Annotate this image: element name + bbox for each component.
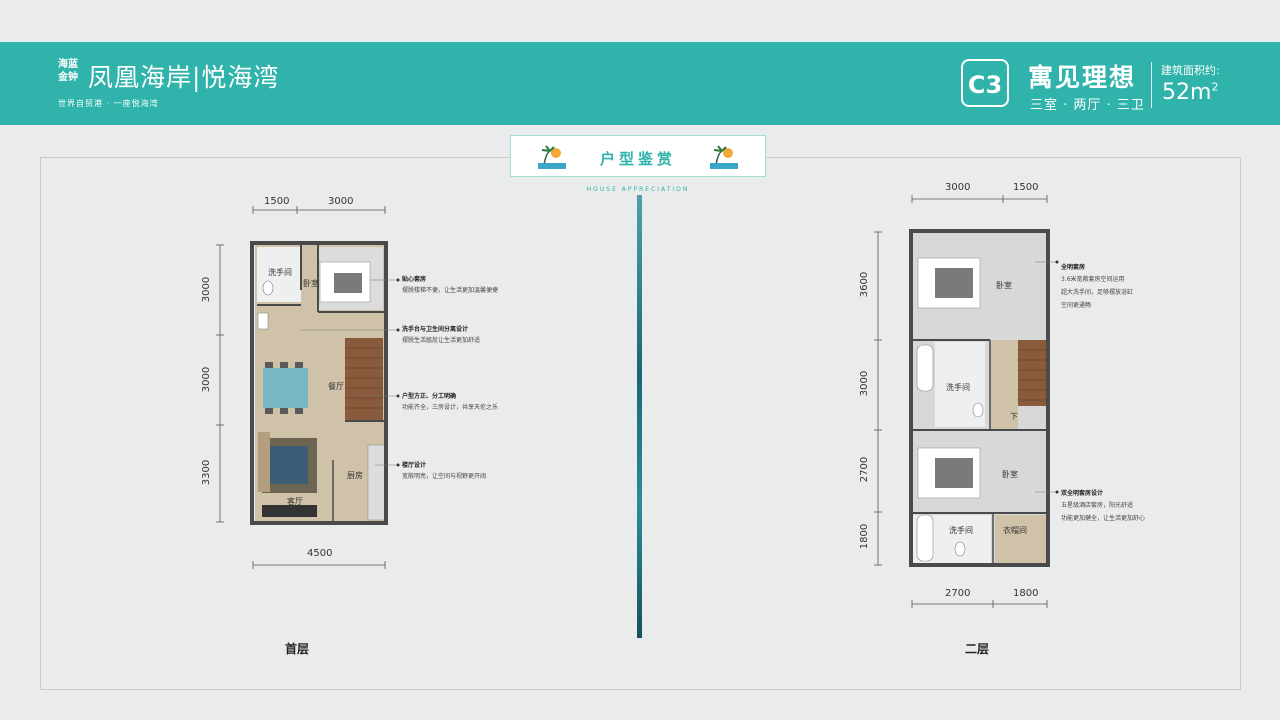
floor2-dim-left-3: 2700 <box>859 456 871 483</box>
floor2-bathtub2 <box>916 514 934 562</box>
floor2-bed2-blanket <box>935 458 973 488</box>
floor2-stairs <box>1018 340 1046 406</box>
floor2-room-cloak: 衣帽间 <box>1003 526 1027 535</box>
floor2-dim-left-1: 3600 <box>859 271 871 298</box>
floor2-note-1-title: 全明套房 <box>1061 264 1086 271</box>
floor2-dim-top-2: 1500 <box>1013 182 1039 193</box>
floor2-bed1-blanket <box>935 268 973 298</box>
floor2-toilet1 <box>972 402 984 418</box>
floor2-dim-bottom-1: 2700 <box>945 588 971 599</box>
floor2-dim-left-2: 3000 <box>859 370 871 397</box>
floor2-note-2-title: 双全明套房设计 <box>1061 490 1104 497</box>
floor2-room-bath1: 洗手间 <box>946 383 970 392</box>
floor2-room-bedroom1: 卧室 <box>996 281 1012 290</box>
floor2-room-bath2: 洗手间 <box>949 526 973 535</box>
floor2-note-1-line-3: 空间更通畅 <box>1061 302 1092 309</box>
floor2-note-2-line-2: 功能更加健全，让生活更加舒心 <box>1061 515 1146 522</box>
floor2-toilet2 <box>954 541 966 557</box>
floor2-plan <box>874 195 1059 608</box>
floor2-note-dots <box>1055 260 1059 494</box>
floor2-label: 二层 <box>965 642 990 656</box>
floor2-note-1-line-1: 3.6米宽敞套房空间运用 <box>1061 276 1125 283</box>
floor2-room-down: 下 <box>1010 412 1018 421</box>
floor2-dim-bottom-2: 1800 <box>1013 588 1039 599</box>
floor2-dim-left-4: 1800 <box>859 523 871 550</box>
floor2-room-bedroom2: 卧室 <box>1002 470 1018 479</box>
floor2-note-2-line-1: 五星级酒店套房，阳光舒适 <box>1061 502 1134 509</box>
floor2-cloak-floor <box>995 515 1046 563</box>
floor2-bathtub1 <box>916 344 934 392</box>
floor2-dim-top-1: 3000 <box>945 182 971 193</box>
floor2-note-1-line-2: 超大洗手间，足够摆放浴缸 <box>1061 289 1134 296</box>
